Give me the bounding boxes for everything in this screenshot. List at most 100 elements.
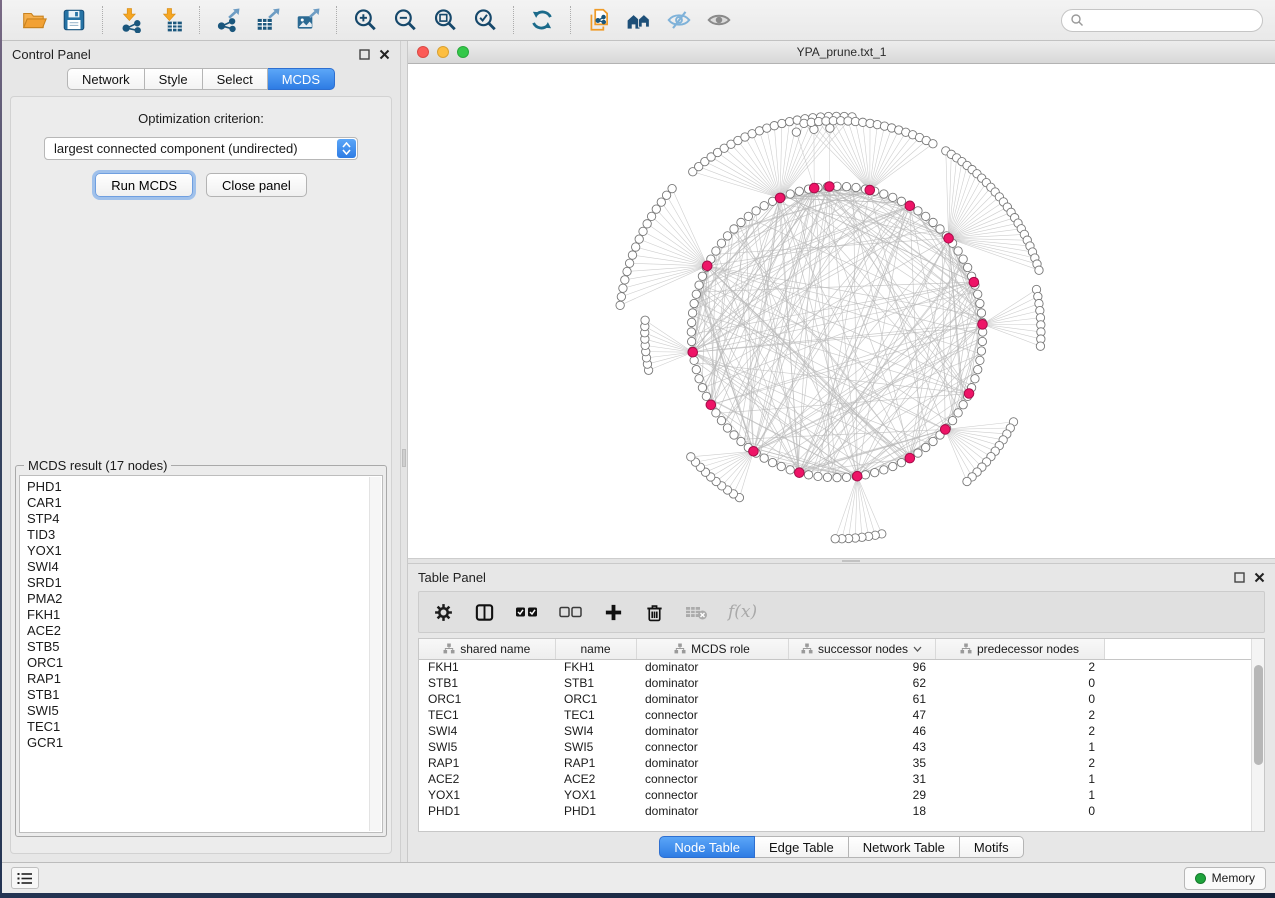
minimize-window-icon[interactable] — [437, 46, 449, 58]
table-cell[interactable]: PHD1 — [555, 803, 636, 819]
open-file-button[interactable] — [14, 3, 54, 37]
table-cell[interactable]: 2 — [935, 707, 1104, 723]
column-header[interactable]: successor nodes — [788, 639, 935, 659]
mcds-result-item[interactable]: RAP1 — [27, 671, 368, 687]
zoom-selected-button[interactable] — [465, 3, 505, 37]
tab-style[interactable]: Style — [145, 68, 203, 90]
close-panel-button[interactable]: Close panel — [206, 173, 307, 197]
show-all-button[interactable] — [699, 3, 739, 37]
table-row[interactable]: TEC1TEC1connector472 — [419, 707, 1264, 723]
mcds-result-item[interactable]: FKH1 — [27, 607, 368, 623]
mcds-result-item[interactable]: SWI5 — [27, 703, 368, 719]
mcds-result-item[interactable]: PMA2 — [27, 591, 368, 607]
export-network-button[interactable] — [208, 3, 248, 37]
duplicate-network-button[interactable] — [579, 3, 619, 37]
network-window-titlebar[interactable]: YPA_prune.txt_1 — [408, 41, 1275, 64]
mcds-result-item[interactable]: PHD1 — [27, 479, 368, 495]
zoom-in-button[interactable] — [345, 3, 385, 37]
mcds-result-item[interactable]: SRD1 — [27, 575, 368, 591]
table-cell[interactable]: dominator — [636, 755, 788, 771]
table-cell[interactable]: 31 — [788, 771, 935, 787]
table-cell[interactable]: 18 — [788, 803, 935, 819]
table-row[interactable]: ACE2ACE2connector311 — [419, 771, 1264, 787]
mcds-result-item[interactable]: ORC1 — [27, 655, 368, 671]
mcds-result-item[interactable]: STB1 — [27, 687, 368, 703]
table-cell[interactable]: ORC1 — [419, 691, 555, 707]
table-cell[interactable]: 61 — [788, 691, 935, 707]
mcds-result-item[interactable]: TEC1 — [27, 719, 368, 735]
result-list-scrollbar[interactable] — [369, 477, 381, 831]
tab-edge-table[interactable]: Edge Table — [755, 836, 849, 858]
table-cell[interactable]: SWI4 — [419, 723, 555, 739]
table-scrollbar[interactable] — [1251, 639, 1264, 831]
table-scrollbar-thumb[interactable] — [1254, 665, 1263, 765]
table-cell[interactable]: ACE2 — [555, 771, 636, 787]
table-cell[interactable]: dominator — [636, 659, 788, 675]
run-mcds-button[interactable]: Run MCDS — [95, 173, 193, 197]
table-cell[interactable]: 62 — [788, 675, 935, 691]
table-row[interactable]: STB1STB1dominator620 — [419, 675, 1264, 691]
table-cell[interactable]: STB1 — [419, 675, 555, 691]
column-header[interactable]: shared name — [419, 639, 555, 659]
close-panel-icon[interactable] — [1254, 572, 1265, 583]
table-cell[interactable]: connector — [636, 771, 788, 787]
table-cell[interactable]: TEC1 — [419, 707, 555, 723]
node-table[interactable]: shared namenameMCDS rolesuccessor nodesp… — [418, 638, 1265, 832]
table-cell[interactable]: ACE2 — [419, 771, 555, 787]
table-cell[interactable]: connector — [636, 707, 788, 723]
export-table-button[interactable] — [248, 3, 288, 37]
table-cell[interactable]: 29 — [788, 787, 935, 803]
table-cell[interactable]: RAP1 — [419, 755, 555, 771]
table-cell[interactable]: FKH1 — [555, 659, 636, 675]
tab-node-table[interactable]: Node Table — [659, 836, 755, 858]
table-row[interactable]: SWI4SWI4dominator462 — [419, 723, 1264, 739]
show-columns-button[interactable] — [474, 602, 495, 623]
float-panel-icon[interactable] — [359, 49, 370, 60]
table-cell[interactable]: 1 — [935, 787, 1104, 803]
tab-select[interactable]: Select — [203, 68, 268, 90]
table-cell[interactable]: YOX1 — [419, 787, 555, 803]
search-input[interactable] — [1089, 13, 1254, 27]
table-row[interactable]: RAP1RAP1dominator352 — [419, 755, 1264, 771]
table-row[interactable]: FKH1FKH1dominator962 — [419, 659, 1264, 675]
import-network-button[interactable] — [111, 3, 151, 37]
table-row[interactable]: SWI5SWI5connector431 — [419, 739, 1264, 755]
zoom-out-button[interactable] — [385, 3, 425, 37]
float-panel-icon[interactable] — [1234, 572, 1245, 583]
table-cell[interactable]: 1 — [935, 739, 1104, 755]
deselect-all-button[interactable] — [559, 604, 583, 620]
table-cell[interactable]: PHD1 — [419, 803, 555, 819]
table-cell[interactable]: 43 — [788, 739, 935, 755]
task-history-button[interactable] — [11, 867, 39, 889]
export-image-button[interactable] — [288, 3, 328, 37]
memory-button[interactable]: Memory — [1184, 867, 1266, 890]
tab-motifs[interactable]: Motifs — [960, 836, 1024, 858]
table-cell[interactable]: dominator — [636, 803, 788, 819]
table-row[interactable]: YOX1YOX1connector291 — [419, 787, 1264, 803]
table-cell[interactable]: 0 — [935, 691, 1104, 707]
table-cell[interactable]: SWI5 — [419, 739, 555, 755]
table-cell[interactable]: connector — [636, 739, 788, 755]
table-cell[interactable]: 1 — [935, 771, 1104, 787]
table-cell[interactable]: 2 — [935, 755, 1104, 771]
mcds-result-item[interactable]: STB5 — [27, 639, 368, 655]
mcds-result-item[interactable]: GCR1 — [27, 735, 368, 751]
table-cell[interactable]: TEC1 — [555, 707, 636, 723]
table-cell[interactable]: 46 — [788, 723, 935, 739]
table-cell[interactable]: 0 — [935, 675, 1104, 691]
mcds-result-item[interactable]: TID3 — [27, 527, 368, 543]
hide-selected-button[interactable] — [659, 3, 699, 37]
tab-network[interactable]: Network — [67, 68, 145, 90]
column-header[interactable]: MCDS role — [636, 639, 788, 659]
mcds-result-item[interactable]: ACE2 — [27, 623, 368, 639]
refresh-button[interactable] — [522, 3, 562, 37]
mcds-result-item[interactable]: YOX1 — [27, 543, 368, 559]
table-row[interactable]: ORC1ORC1dominator610 — [419, 691, 1264, 707]
table-cell[interactable]: dominator — [636, 675, 788, 691]
vertical-splitter[interactable] — [400, 41, 408, 862]
network-graph[interactable] — [408, 64, 1275, 558]
add-column-button[interactable] — [603, 602, 624, 623]
horizontal-splitter[interactable] — [408, 558, 1275, 564]
column-header[interactable]: name — [555, 639, 636, 659]
table-cell[interactable]: connector — [636, 787, 788, 803]
